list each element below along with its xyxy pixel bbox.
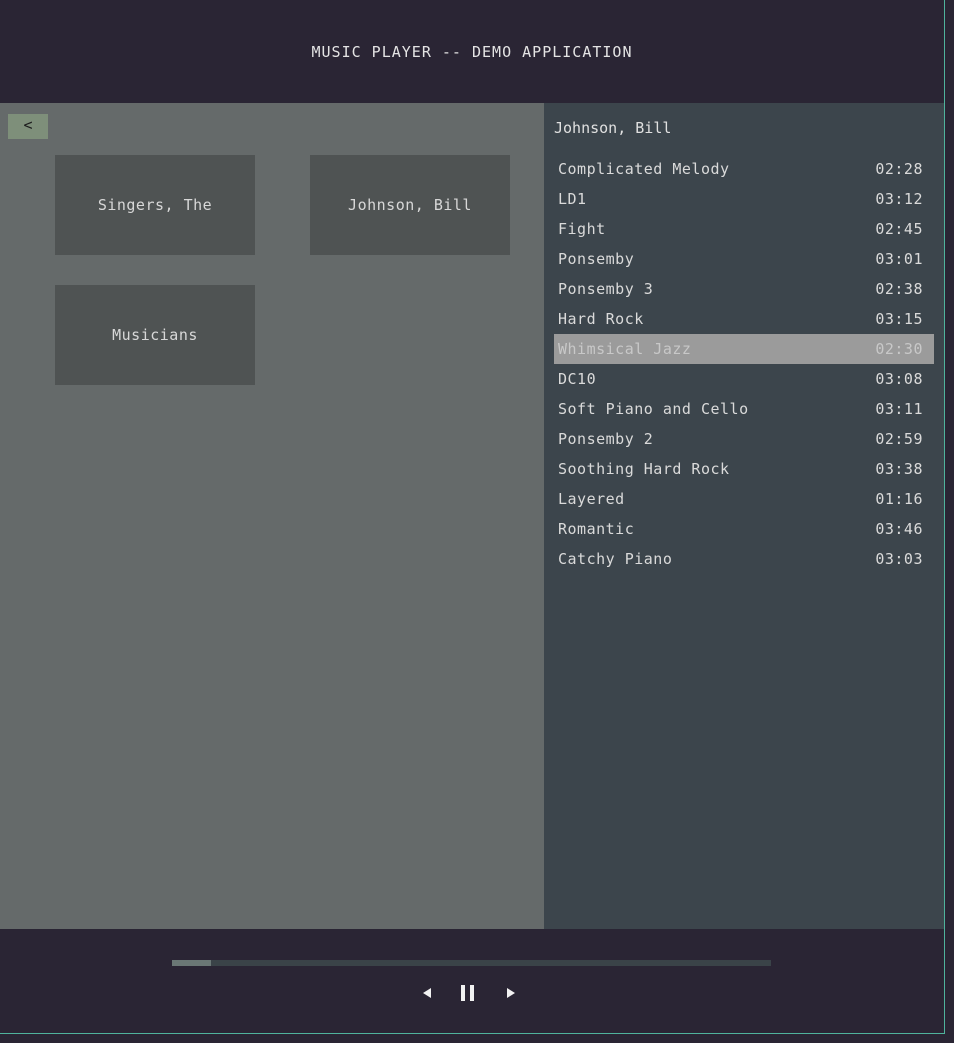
progress-fill (172, 960, 211, 966)
track-duration: 03:12 (875, 190, 923, 208)
track-list: Complicated Melody 02:28 LD1 03:12 Fight… (554, 154, 934, 574)
track-duration: 02:28 (875, 160, 923, 178)
music-player-window: MUSIC PLAYER -- DEMO APPLICATION < Singe… (0, 0, 945, 1034)
artist-tile-singers-the[interactable]: Singers, The (55, 155, 255, 255)
track-duration: 02:45 (875, 220, 923, 238)
track-row[interactable]: Complicated Melody 02:28 (554, 154, 934, 184)
track-name: DC10 (558, 370, 597, 388)
track-duration: 03:15 (875, 310, 923, 328)
track-row[interactable]: Soft Piano and Cello 03:11 (554, 394, 934, 424)
player-controls-bar (0, 929, 944, 1033)
artist-tile-musicians[interactable]: Musicians (55, 285, 255, 385)
track-name: Ponsemby 2 (558, 430, 654, 448)
back-button[interactable]: < (8, 114, 48, 139)
playlist-panel: Johnson, Bill Complicated Melody 02:28 L… (544, 103, 944, 929)
track-name: Romantic (558, 520, 635, 538)
playlist-title: Johnson, Bill (554, 119, 672, 137)
track-duration: 01:16 (875, 490, 923, 508)
track-duration: 03:08 (875, 370, 923, 388)
track-row[interactable]: Hard Rock 03:15 (554, 304, 934, 334)
track-name: Whimsical Jazz (558, 340, 692, 358)
track-name: Catchy Piano (558, 550, 673, 568)
track-name: Fight (558, 220, 606, 238)
artist-tile-label: Musicians (112, 326, 198, 344)
artist-library-panel: < Singers, The Johnson, Bill Musicians (0, 103, 544, 929)
track-row-selected[interactable]: Whimsical Jazz 02:30 (554, 334, 934, 364)
track-duration: 03:03 (875, 550, 923, 568)
pause-icon (461, 985, 474, 1001)
track-row[interactable]: Catchy Piano 03:03 (554, 544, 934, 574)
next-button[interactable] (500, 982, 522, 1004)
track-name: Ponsemby 3 (558, 280, 654, 298)
track-row[interactable]: Ponsemby 03:01 (554, 244, 934, 274)
track-name: Soothing Hard Rock (558, 460, 730, 478)
track-row[interactable]: DC10 03:08 (554, 364, 934, 394)
track-row[interactable]: Romantic 03:46 (554, 514, 934, 544)
artist-tile-label: Johnson, Bill (348, 196, 472, 214)
track-row[interactable]: Ponsemby 3 02:38 (554, 274, 934, 304)
next-icon (507, 988, 515, 998)
track-name: Layered (558, 490, 625, 508)
pause-button[interactable] (457, 982, 479, 1004)
track-duration: 03:11 (875, 400, 923, 418)
app-title: MUSIC PLAYER -- DEMO APPLICATION (311, 43, 633, 61)
track-name: Soft Piano and Cello (558, 400, 749, 418)
track-row[interactable]: Ponsemby 2 02:59 (554, 424, 934, 454)
artist-tile-label: Singers, The (97, 196, 213, 214)
artist-tile-johnson-bill[interactable]: Johnson, Bill (310, 155, 510, 255)
track-row[interactable]: LD1 03:12 (554, 184, 934, 214)
track-duration: 02:38 (875, 280, 923, 298)
track-row[interactable]: Fight 02:45 (554, 214, 934, 244)
header: MUSIC PLAYER -- DEMO APPLICATION (0, 0, 944, 103)
track-row[interactable]: Soothing Hard Rock 03:38 (554, 454, 934, 484)
track-name: LD1 (558, 190, 587, 208)
track-duration: 03:46 (875, 520, 923, 538)
previous-icon (423, 988, 431, 998)
track-row[interactable]: Layered 01:16 (554, 484, 934, 514)
track-name: Hard Rock (558, 310, 644, 328)
track-duration: 03:01 (875, 250, 923, 268)
track-name: Complicated Melody (558, 160, 730, 178)
track-duration: 03:38 (875, 460, 923, 478)
previous-button[interactable] (416, 982, 438, 1004)
track-duration: 02:59 (875, 430, 923, 448)
progress-bar[interactable] (172, 960, 771, 966)
track-duration: 02:30 (875, 340, 923, 358)
track-name: Ponsemby (558, 250, 635, 268)
